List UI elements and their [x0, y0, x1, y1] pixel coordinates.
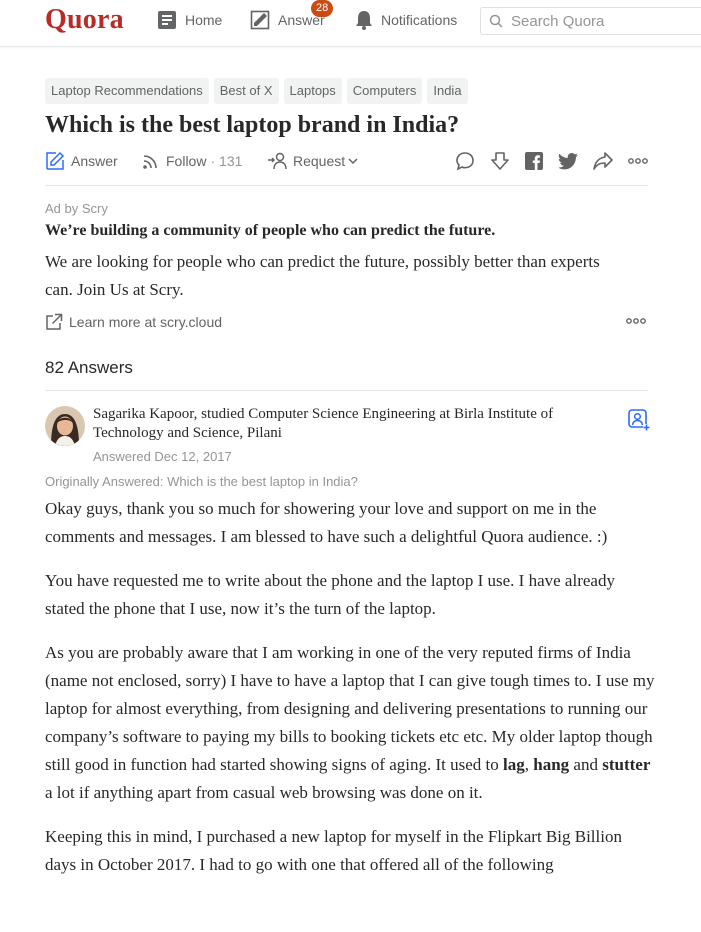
pencil-icon: [46, 151, 65, 170]
answer-author-credential[interactable]: Sagarika Kapoor, studied Computer Scienc…: [93, 405, 618, 443]
ad-link-label: Learn more at scry.cloud: [69, 314, 223, 330]
home-icon: [158, 11, 176, 29]
rss-follow-icon: [143, 155, 157, 169]
nav-notifications[interactable]: Notifications: [355, 0, 457, 40]
author-avatar[interactable]: [45, 406, 85, 446]
topic-tag[interactable]: Laptop Recommendations: [45, 78, 209, 104]
quora-logo[interactable]: Quora: [45, 4, 124, 36]
bell-icon: [356, 11, 372, 30]
topic-tag[interactable]: Laptops: [283, 78, 342, 104]
nav-notifications-label: Notifications: [381, 12, 458, 28]
paragraph-text: and: [569, 755, 603, 774]
more-options-icon[interactable]: [628, 158, 648, 164]
share-icon[interactable]: [593, 152, 613, 170]
paragraph-text: ,: [524, 755, 534, 774]
answers-count: 82 Answers: [45, 358, 133, 377]
chevron-down-icon: [348, 158, 358, 165]
facebook-icon[interactable]: [525, 152, 543, 170]
answer-body: Okay guys, thank you so much for showeri…: [45, 495, 655, 895]
divider: [45, 390, 648, 391]
divider: [45, 185, 648, 186]
external-link-icon: [46, 313, 63, 330]
answer-paragraph: Keeping this in mind, I purchased a new …: [45, 827, 622, 874]
topic-tag[interactable]: Computers: [346, 78, 423, 104]
request-user-icon: [268, 152, 287, 170]
request-button-label: Request: [293, 153, 346, 169]
question-title[interactable]: Which is the best laptop brand in India?: [45, 108, 459, 142]
paragraph-text: a lot if anything apart from casual web …: [45, 783, 483, 802]
top-navigation-bar: Quora Home Answer 28 Notifications: [0, 0, 701, 47]
question-action-bar: Answer Follow 131 Request: [45, 150, 648, 172]
nav-home-label: Home: [185, 12, 223, 28]
ad-link[interactable]: Learn more at scry.cloud: [45, 313, 222, 331]
answer-paragraph: As you are probably aware that I am work…: [45, 639, 655, 807]
answer-button[interactable]: Answer: [45, 151, 118, 171]
follow-user-icon[interactable]: [628, 409, 650, 431]
answer-count-badge: 28: [311, 0, 334, 17]
topic-tag[interactable]: Best of X: [213, 78, 279, 104]
ad-headline[interactable]: We’re building a community of people who…: [45, 222, 495, 240]
ad-body[interactable]: We are looking for people who can predic…: [45, 248, 625, 304]
originally-answered[interactable]: Originally Answered: Which is the best l…: [45, 474, 358, 489]
bold-text: stutter: [602, 755, 651, 774]
comment-icon[interactable]: [455, 151, 475, 171]
share-icon-group: [455, 150, 648, 172]
bold-text: hang: [533, 755, 570, 774]
answer-paragraph: You have requested me to write about the…: [45, 571, 615, 618]
follow-count: 131: [210, 153, 242, 169]
ad-label: Ad by Scry: [45, 201, 108, 216]
twitter-icon[interactable]: [558, 152, 578, 170]
follow-button[interactable]: Follow 131: [142, 152, 242, 170]
search-icon: [489, 14, 503, 28]
request-button[interactable]: Request: [267, 152, 358, 170]
downvote-icon[interactable]: [490, 151, 510, 171]
answer-date[interactable]: Answered Dec 12, 2017: [93, 449, 232, 464]
answer-button-label: Answer: [71, 153, 118, 169]
search-input[interactable]: [509, 11, 701, 31]
search-box[interactable]: [480, 7, 701, 35]
topic-list: Laptop Recommendations Best of X Laptops…: [45, 78, 468, 104]
ad-more-options-icon[interactable]: [626, 318, 646, 324]
follow-button-label: Follow: [166, 153, 207, 169]
bold-text: lag: [503, 755, 525, 774]
pencil-square-icon: [250, 10, 270, 30]
topic-tag[interactable]: India: [427, 78, 468, 104]
nav-home[interactable]: Home: [157, 0, 222, 40]
avatar-image: [45, 406, 85, 446]
answer-paragraph: Okay guys, thank you so much for showeri…: [45, 499, 608, 546]
